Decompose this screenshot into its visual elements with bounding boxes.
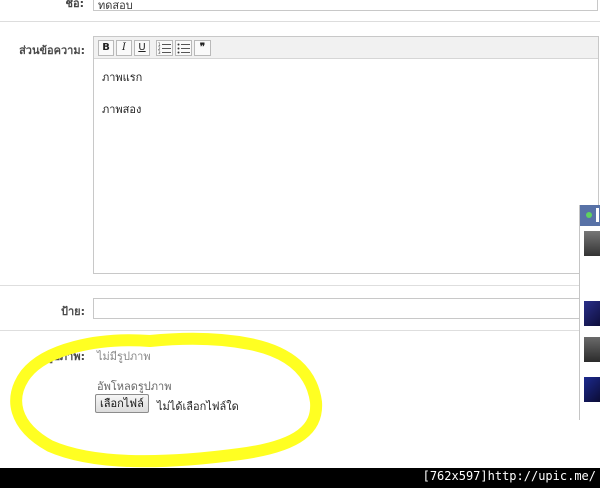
avatar[interactable] bbox=[584, 231, 600, 256]
upload-picture-label: อัพโหลดรูปภาพ bbox=[97, 380, 172, 393]
divider bbox=[0, 285, 600, 286]
italic-button[interactable]: I bbox=[116, 40, 132, 56]
editor-content[interactable]: ภาพแรก ภาพสอง bbox=[94, 59, 598, 141]
quote-icon: ❞ bbox=[199, 42, 206, 53]
bullet-list-button[interactable] bbox=[175, 40, 192, 56]
title-input-value: ทดสอบ bbox=[98, 0, 133, 12]
underline-button[interactable]: U bbox=[134, 40, 150, 56]
picture-label: รูปภาพ: bbox=[47, 350, 85, 363]
title-input[interactable]: ทดสอบ bbox=[93, 0, 598, 12]
numbered-list-icon: 1 2 3 bbox=[158, 42, 171, 55]
online-status-icon bbox=[586, 212, 592, 218]
editor-line: ภาพสอง bbox=[102, 103, 142, 116]
post-form-page: ชื่อ: ทดสอบ ส่วนข้อความ: B I U 1 2 3 ❞ ภ… bbox=[0, 0, 600, 468]
chat-sidebar bbox=[579, 205, 600, 420]
tag-input[interactable] bbox=[93, 298, 599, 319]
tag-label: ป้าย: bbox=[60, 305, 85, 318]
avatar[interactable] bbox=[584, 337, 600, 362]
chat-sidebar-header[interactable] bbox=[580, 205, 600, 226]
message-label: ส่วนข้อความ: bbox=[19, 44, 85, 57]
sidebar-header-bar bbox=[596, 208, 599, 222]
svg-text:3: 3 bbox=[158, 50, 161, 54]
bold-button[interactable]: B bbox=[98, 40, 114, 56]
editor-line: ภาพแรก bbox=[102, 71, 143, 84]
message-editor: B I U 1 2 3 ❞ ภาพแรก ภาพสอง bbox=[93, 36, 599, 274]
watermark-text: [762x597]http://upic.me/ bbox=[422, 469, 596, 483]
divider bbox=[0, 330, 600, 331]
numbered-list-button[interactable]: 1 2 3 bbox=[156, 40, 173, 56]
editor-toolbar: B I U 1 2 3 ❞ bbox=[94, 37, 598, 59]
avatar[interactable] bbox=[584, 301, 600, 326]
title-label: ชื่อ: bbox=[65, 0, 84, 10]
avatar[interactable] bbox=[584, 377, 600, 402]
quote-button[interactable]: ❞ bbox=[194, 40, 211, 56]
bullet-list-icon bbox=[177, 43, 190, 54]
no-file-chosen-text: ไม่ได้เลือกไฟล์ใด bbox=[157, 400, 239, 413]
choose-file-button[interactable]: เลือกไฟล์ bbox=[95, 394, 149, 413]
footer-bar: [762x597]http://upic.me/ bbox=[0, 468, 600, 488]
no-picture-text: ไม่มีรูปภาพ bbox=[97, 350, 151, 363]
title-row: ชื่อ: ทดสอบ bbox=[0, 0, 600, 22]
